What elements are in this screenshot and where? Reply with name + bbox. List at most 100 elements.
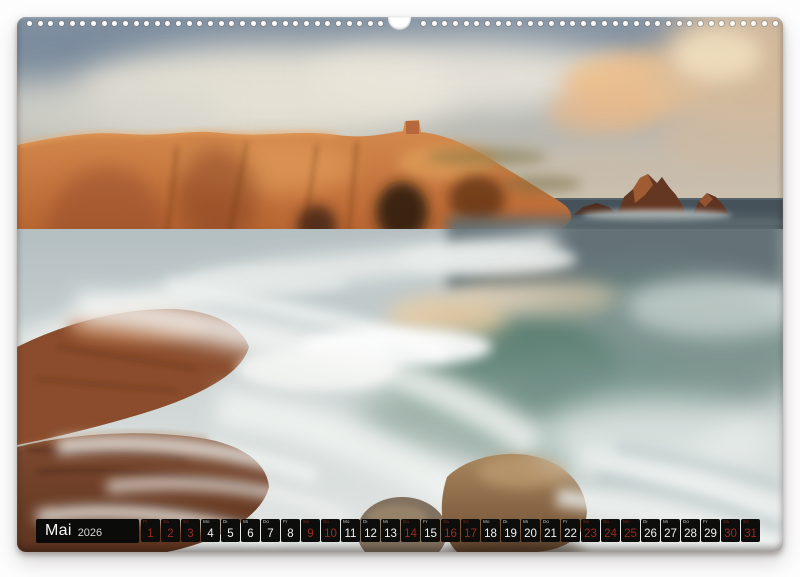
day-cell-27: Mi27	[661, 519, 680, 542]
weekday-abbr: So	[323, 520, 329, 525]
binding-hole	[613, 21, 618, 26]
day-cell-15: Fr 15	[421, 519, 440, 542]
binding-hole	[251, 21, 256, 26]
binding-hole	[91, 21, 96, 26]
weekday-abbr: Di	[223, 520, 227, 525]
weekday-abbr: Sa	[723, 520, 729, 525]
day-number: 19	[501, 528, 520, 540]
binding-hole	[48, 21, 53, 26]
binding-hole	[517, 21, 522, 26]
day-number: 16	[441, 528, 460, 540]
day-number: 21	[541, 528, 560, 540]
day-number: 29	[701, 528, 720, 540]
binding-hole	[560, 21, 565, 26]
calendar-strip: Mai 2026 Fr1Sa2So3Mo4Di5Mi6Do7Fr8Sa9So10…	[17, 519, 783, 543]
day-cell-3: So3	[181, 519, 200, 542]
day-number: 7	[261, 528, 280, 540]
day-number: 6	[241, 528, 260, 540]
binding-hole	[549, 21, 554, 26]
binding-hole	[293, 21, 298, 26]
day-number: 31	[741, 528, 760, 540]
weekday-abbr: Fr	[423, 520, 427, 525]
day-cell-16: Sa16	[441, 519, 460, 542]
weekday-abbr: Do	[263, 520, 269, 525]
day-cell-1: Fr1	[141, 519, 160, 542]
day-number: 23	[581, 528, 600, 540]
weekday-abbr: Fr	[283, 520, 287, 525]
binding-hole	[272, 21, 277, 26]
binding-hole	[719, 21, 724, 26]
binding-hole	[442, 21, 447, 26]
day-number: 26	[641, 528, 660, 540]
binding-hole	[336, 21, 341, 26]
weekday-abbr: So	[603, 520, 609, 525]
day-number: 25	[621, 528, 640, 540]
binding-hole	[496, 21, 501, 26]
month-label-box: Mai 2026	[36, 519, 139, 543]
product-backdrop: Mai 2026 Fr1Sa2So3Mo4Di5Mi6Do7Fr8Sa9So10…	[0, 0, 800, 577]
day-cell-17: So17	[461, 519, 480, 542]
binding-hole	[283, 21, 288, 26]
day-number: 2	[161, 528, 180, 540]
day-cell-7: Do 7	[261, 519, 280, 542]
day-strip: Fr1Sa2So3Mo4Di5Mi6Do7Fr8Sa9So10Mo11Di12M…	[141, 519, 761, 542]
day-cell-2: Sa 2	[161, 519, 180, 542]
weekday-abbr: Sa	[163, 520, 169, 525]
binding-hole	[741, 21, 746, 26]
binding-hole	[570, 21, 575, 26]
binding-hole	[591, 21, 596, 26]
weekday-abbr: Sa	[303, 520, 309, 525]
day-cell-5: Di 5	[221, 519, 240, 542]
binding-hole	[240, 21, 245, 26]
day-number: 22	[561, 528, 580, 540]
binding-hole	[261, 21, 266, 26]
binding-hole	[112, 21, 117, 26]
binding-hole	[762, 21, 767, 26]
day-cell-25: Mo 25	[621, 519, 640, 542]
day-number: 8	[281, 528, 300, 540]
day-cell-22: Fr22	[561, 519, 580, 542]
day-cell-20: Mi20	[521, 519, 540, 542]
day-cell-6: Mi6	[241, 519, 260, 542]
binding-hole	[357, 21, 362, 26]
binding-hole	[368, 21, 373, 26]
weekday-abbr: Di	[363, 520, 367, 525]
day-cell-31: So 31	[741, 519, 760, 542]
weekday-abbr: Mo	[343, 520, 350, 525]
binding-hole	[602, 21, 607, 26]
binding-hole	[208, 21, 213, 26]
binding-hole	[751, 21, 756, 26]
binding-hole	[677, 21, 682, 26]
day-number: 5	[221, 528, 240, 540]
binding-hole	[432, 21, 437, 26]
day-number: 9	[301, 528, 320, 540]
binding-hole	[304, 21, 309, 26]
weekday-abbr: So	[743, 520, 749, 525]
binding-hole	[581, 21, 586, 26]
binding-hole	[623, 21, 628, 26]
binding-hole	[134, 21, 139, 26]
binding-hole	[474, 21, 479, 26]
day-number: 17	[461, 528, 480, 540]
day-number: 15	[421, 528, 440, 540]
weekday-abbr: Fr	[703, 520, 707, 525]
day-cell-14: Do14	[401, 519, 420, 542]
binding-hole	[155, 21, 160, 26]
day-cell-11: Mo11	[341, 519, 360, 542]
calendar-page: Mai 2026 Fr1Sa2So3Mo4Di5Mi6Do7Fr8Sa9So10…	[17, 17, 783, 552]
binding-hole	[698, 21, 703, 26]
day-number: 1	[141, 528, 160, 540]
year-label: 2026	[78, 524, 102, 539]
binding-hole	[634, 21, 639, 26]
binding-hole	[528, 21, 533, 26]
weekday-abbr: Mo	[623, 520, 630, 525]
binding-hole	[27, 21, 32, 26]
day-cell-10: So10	[321, 519, 340, 542]
day-number: 14	[401, 528, 420, 540]
binding-hole	[453, 21, 458, 26]
weekday-abbr: Do	[543, 520, 549, 525]
binding-hole	[347, 21, 352, 26]
day-cell-29: Fr 29	[701, 519, 720, 542]
day-cell-26: Di26	[641, 519, 660, 542]
day-cell-30: Sa30	[721, 519, 740, 542]
